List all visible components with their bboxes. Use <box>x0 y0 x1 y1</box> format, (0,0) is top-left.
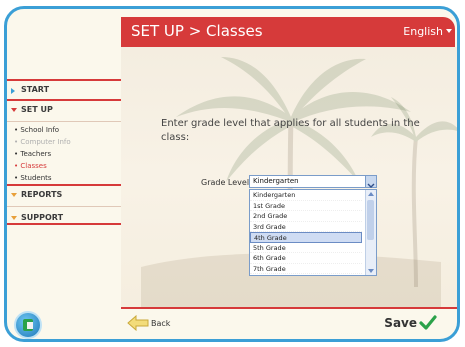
chevron-down-icon <box>11 216 17 220</box>
sidebar-subitem-teachers[interactable]: • Teachers <box>7 148 121 160</box>
chevron-right-icon <box>11 88 15 94</box>
chevron-down-icon[interactable] <box>446 29 452 33</box>
dropdown-option[interactable]: 1st Grade <box>250 201 362 211</box>
dropdown-option-highlighted[interactable]: 4th Grade <box>250 232 362 243</box>
sidebar-item-start[interactable]: START <box>7 81 121 99</box>
sidebar-subitem-label: Students <box>20 174 52 182</box>
sidebar-item-label: SUPPORT <box>21 213 64 222</box>
chevron-down-icon <box>11 108 17 112</box>
sidebar-subitem-students[interactable]: • Students <box>7 172 121 184</box>
divider <box>121 307 457 309</box>
app-window: SET UP > Classes English START SET UP • … <box>4 6 460 342</box>
grade-level-dropdown-list[interactable]: Kindergarten 1st Grade 2nd Grade 3rd Gra… <box>249 189 377 276</box>
dropdown-option[interactable]: 6th Grade <box>250 253 362 264</box>
sidebar-item-label: SET UP <box>21 105 53 114</box>
sidebar-subitem-computer-info: • Computer Info <box>14 138 71 146</box>
back-label: Back <box>151 319 171 328</box>
sidebar-item-label: START <box>21 85 50 94</box>
dropdown-button[interactable] <box>365 176 376 188</box>
dropdown-option[interactable]: Kindergarten <box>250 190 362 201</box>
page-title: SET UP > Classes <box>131 22 263 40</box>
grade-level-select[interactable]: Kindergarten <box>249 175 377 188</box>
scrollbar-thumb[interactable] <box>367 200 374 240</box>
sidebar-subitem-classes[interactable]: • Classes <box>7 160 121 172</box>
instruction-text: Enter grade level that applies for all s… <box>161 118 420 143</box>
app-logo-icon[interactable] <box>14 311 42 339</box>
main-content: Enter grade level that applies for all s… <box>121 47 457 307</box>
sidebar-item-reports[interactable]: REPORTS <box>7 186 121 204</box>
scroll-down-icon[interactable] <box>368 269 374 273</box>
dropdown-option[interactable]: 7th Grade <box>250 264 362 274</box>
divider <box>7 223 121 225</box>
save-label: Save <box>384 316 417 330</box>
grade-level-select-value: Kindergarten <box>253 177 299 185</box>
dropdown-option[interactable]: 5th Grade <box>250 243 362 253</box>
sidebar-subitem-label: School Info <box>20 126 60 134</box>
back-arrow-icon <box>127 315 149 331</box>
sidebar-subitem-school-info[interactable]: • School Info <box>7 124 121 136</box>
grade-level-label: Grade Level: <box>201 178 252 187</box>
sidebar-subitem-label: Classes <box>20 162 47 170</box>
sidebar: START SET UP • School Info • Computer In… <box>7 79 121 227</box>
sidebar-item-setup[interactable]: SET UP <box>7 101 121 119</box>
sidebar-subitem-label: Teachers <box>20 150 52 158</box>
chevron-down-icon <box>11 193 17 197</box>
app-logo-page-icon <box>27 322 33 329</box>
sidebar-subitem-label: Computer Info <box>20 138 71 146</box>
header-bar: SET UP > Classes English <box>121 17 455 47</box>
divider <box>7 206 121 207</box>
scroll-up-icon[interactable] <box>368 192 374 196</box>
checkmark-icon <box>419 315 437 330</box>
sidebar-item-label: REPORTS <box>21 190 63 199</box>
dropdown-option[interactable]: 2nd Grade <box>250 211 362 222</box>
language-selector[interactable]: English <box>403 25 443 38</box>
save-button[interactable]: Save <box>377 314 437 334</box>
dropdown-option[interactable]: 3rd Grade <box>250 222 362 232</box>
divider <box>7 121 121 122</box>
dropdown-scrollbar[interactable] <box>365 190 376 275</box>
